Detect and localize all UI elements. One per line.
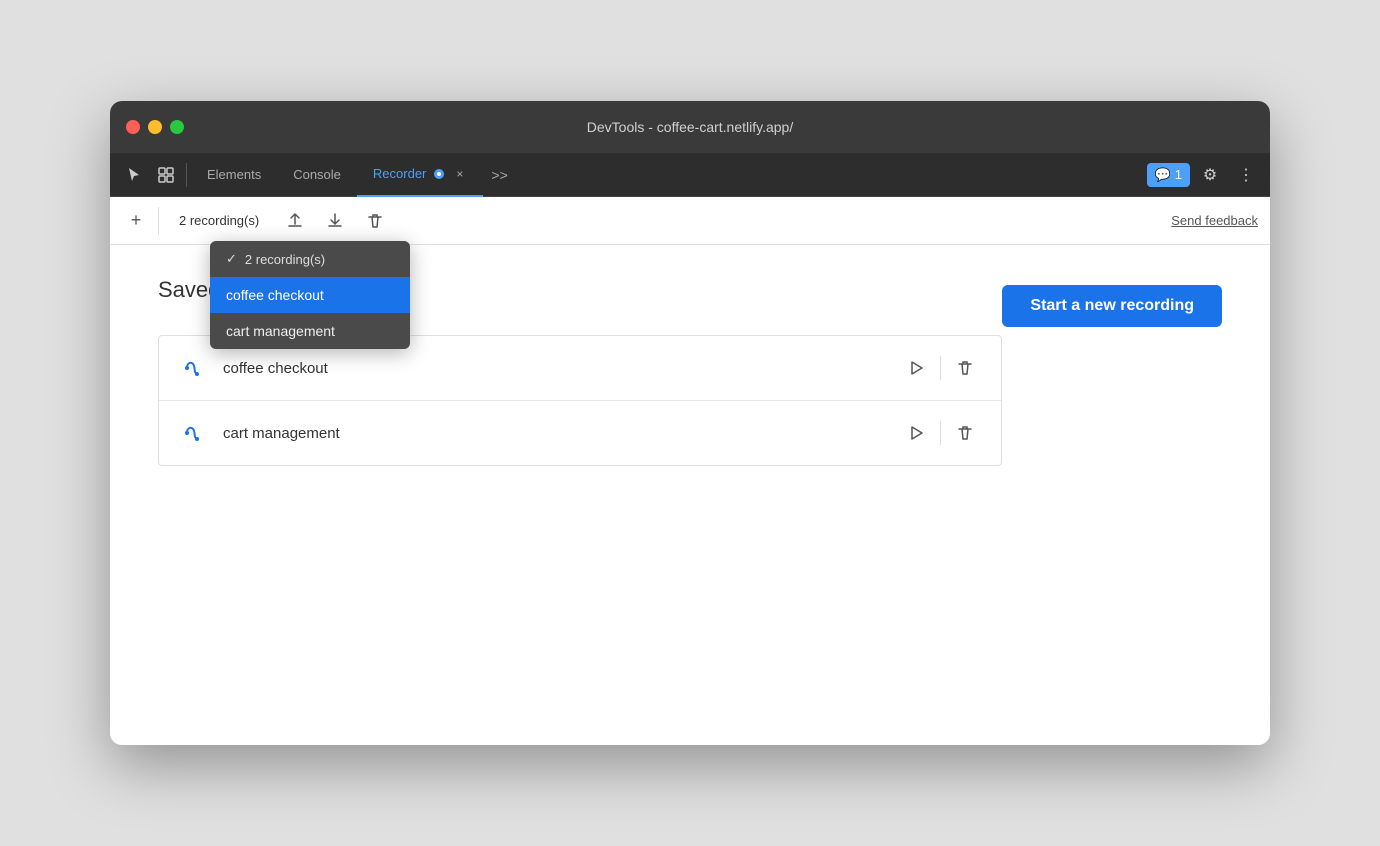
traffic-lights [126,120,184,134]
delete-recording-1-button[interactable] [949,352,981,384]
dropdown-item-coffee-checkout[interactable]: coffee checkout [210,277,410,313]
download-icon [326,212,344,230]
more-tabs-button[interactable]: >> [483,153,515,197]
trash-icon [366,212,384,230]
tab-elements[interactable]: Elements [191,153,277,197]
tab-recorder[interactable]: Recorder × [357,153,483,197]
recording-item: cart management [159,401,1001,465]
recording-name-1: coffee checkout [223,360,884,377]
play-icon [907,359,925,377]
dropdown-header: ✓ 2 recording(s) [210,241,410,277]
chat-icon: 💬 [1155,167,1171,183]
tab-close-icon[interactable]: × [452,165,467,183]
trash-icon [956,424,974,442]
action-divider [940,356,941,380]
checkmark-icon: ✓ [226,251,237,267]
devtools-window: DevTools - coffee-cart.netlify.app/ Elem… [110,101,1270,745]
recording-list: coffee checkout [158,335,1002,466]
close-button[interactable] [126,120,140,134]
cursor-icon[interactable] [118,159,150,191]
upload-icon [286,212,304,230]
delete-recording-button[interactable] [359,205,391,237]
start-recording-button[interactable]: Start a new recording [1002,285,1222,327]
settings-icon[interactable]: ⚙ [1194,159,1226,191]
delete-recording-2-button[interactable] [949,417,981,449]
export-button[interactable] [279,205,311,237]
play-recording-2-button[interactable] [900,417,932,449]
layers-icon[interactable] [150,159,182,191]
title-bar: DevTools - coffee-cart.netlify.app/ [110,101,1270,153]
recordings-dropdown: ✓ 2 recording(s) coffee checkout cart ma… [210,241,410,349]
right-content: Start a new recording [1002,277,1222,327]
minimize-button[interactable] [148,120,162,134]
recording-icon-2 [179,419,207,447]
recording-icon-1 [179,354,207,382]
recording-actions-2 [900,417,981,449]
more-options-icon[interactable]: ⋮ [1230,159,1262,191]
download-button[interactable] [319,205,351,237]
dropdown-item-cart-management[interactable]: cart management [210,313,410,349]
send-feedback-link[interactable]: Send feedback [1171,213,1258,228]
recordings-selector[interactable]: 2 recording(s) [167,209,271,232]
recorder-toolbar: + 2 recording(s) Send feedback ✓ 2 reco [110,197,1270,245]
recording-name-2: cart management [223,425,884,442]
devtools-right-icons: 💬 1 ⚙ ⋮ [1147,159,1262,191]
trash-icon [956,359,974,377]
devtools-tabs: Elements Console Recorder × >> 💬 1 ⚙ ⋮ [110,153,1270,197]
action-divider [940,421,941,445]
feedback-badge[interactable]: 💬 1 [1147,163,1190,187]
add-recording-button[interactable]: + [122,207,150,235]
tab-console[interactable]: Console [277,153,357,197]
maximize-button[interactable] [170,120,184,134]
play-recording-1-button[interactable] [900,352,932,384]
tab-divider [186,163,187,187]
window-title: DevTools - coffee-cart.netlify.app/ [587,119,793,135]
recorder-icon [432,167,446,181]
toolbar-divider [158,207,159,235]
recording-actions-1 [900,352,981,384]
play-icon [907,424,925,442]
